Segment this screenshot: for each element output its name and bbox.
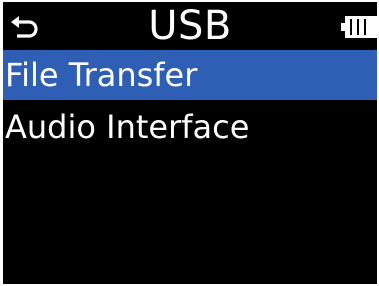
menu-item-audio-interface[interactable]: Audio Interface [3,102,377,152]
page-title: USB [148,3,232,49]
header-bar: USB [3,2,377,50]
battery-full-icon [341,16,377,38]
menu-item-file-transfer[interactable]: File Transfer [3,50,377,100]
device-screen: USB File Transfer Audio Interface [3,2,377,284]
